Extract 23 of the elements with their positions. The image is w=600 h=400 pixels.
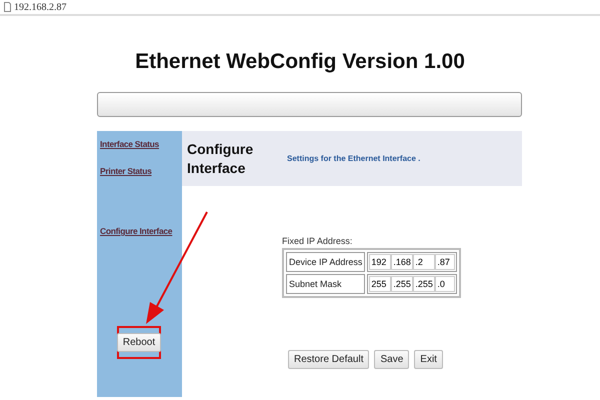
octet-field[interactable]: .255 <box>391 276 414 292</box>
octet-field[interactable]: .2 <box>413 254 436 270</box>
octet-field[interactable]: .255 <box>413 276 436 292</box>
octet-field[interactable]: .87 <box>435 254 456 270</box>
form-legend: Fixed IP Address: <box>282 236 522 246</box>
address-url[interactable]: 192.168.2.87 <box>14 2 66 12</box>
field-label: Subnet Mask <box>286 274 366 294</box>
page-title: Ethernet WebConfig Version 1.00 <box>134 50 466 74</box>
octet-field[interactable]: .0 <box>435 276 456 292</box>
octet-field[interactable]: 255 <box>369 276 392 292</box>
form-button[interactable]: Save <box>374 350 410 369</box>
reboot-button[interactable]: Reboot <box>116 333 162 352</box>
section-heading: Configure Interface <box>187 140 254 178</box>
form-button[interactable]: Exit <box>414 350 443 369</box>
octet-field[interactable]: 192 <box>369 254 392 270</box>
sidebar-link[interactable]: Configure Interface <box>100 226 172 236</box>
sidebar-link[interactable]: Printer Status <box>100 166 152 176</box>
field-label: Device IP Address <box>286 252 366 272</box>
octet-field[interactable]: .168 <box>391 254 414 270</box>
section-subtitle: Settings for the Ethernet Interface . <box>287 154 420 163</box>
sidebar-link[interactable]: Interface Status <box>100 139 159 149</box>
page-icon <box>4 2 11 12</box>
form-button[interactable]: Restore Default <box>288 350 370 369</box>
